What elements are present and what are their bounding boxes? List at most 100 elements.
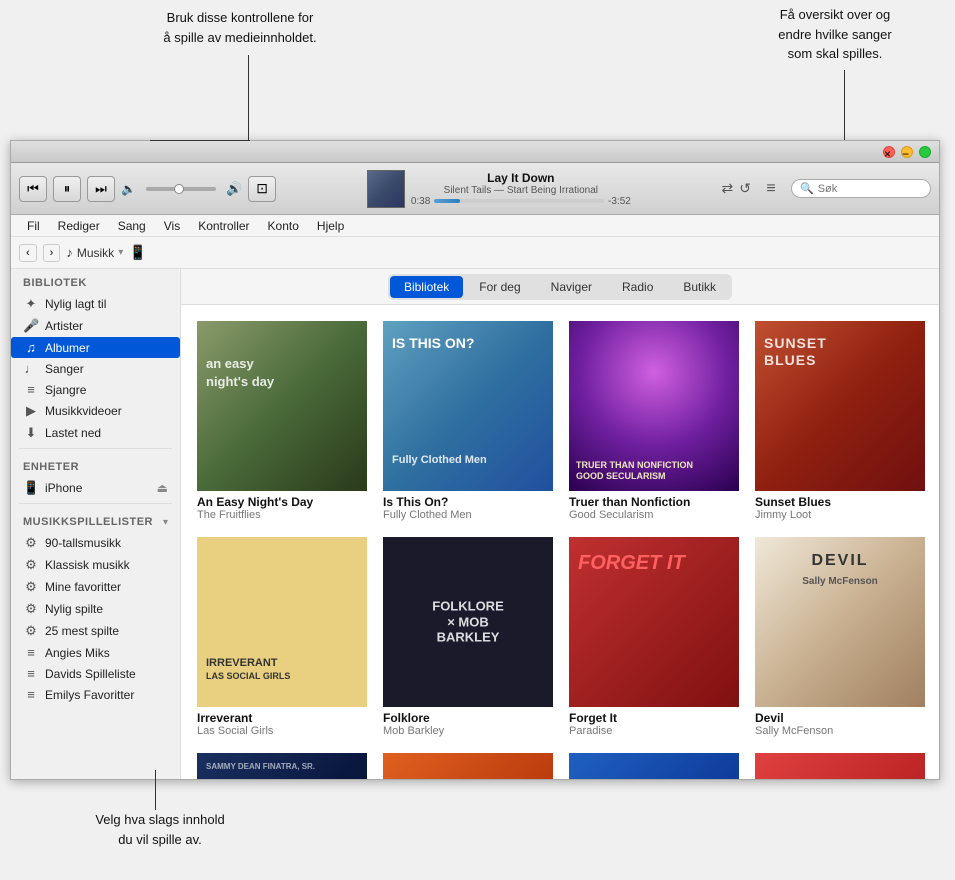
minimize-button[interactable]: − [901, 146, 913, 158]
album-cover-12 [755, 753, 925, 779]
musikkvideoer-icon: ▶ [23, 403, 39, 419]
menu-hjelp[interactable]: Hjelp [309, 217, 352, 235]
album-item-11[interactable] [569, 753, 739, 779]
sidebar-divider-1 [19, 448, 172, 449]
sidebar-item-musikkvideoer[interactable]: ▶ Musikkvideoer [11, 400, 180, 422]
sidebar: Bibliotek ✦ Nylig lagt til 🎤 Artister ♫ … [11, 269, 181, 779]
menu-konto[interactable]: Konto [260, 217, 307, 235]
tab-bibliotek[interactable]: Bibliotek [390, 276, 463, 298]
album-item-7[interactable]: FORGET IT Forget It Paradise [569, 537, 739, 737]
menu-kontroller[interactable]: Kontroller [190, 217, 257, 235]
sidebar-item-25-mest-spilte[interactable]: ⚙ 25 mest spilte [11, 620, 180, 642]
sidebar-item-sjangre[interactable]: ≡ Sjangre [11, 379, 180, 400]
album-item-2[interactable]: IS THIS ON? Fully Clothed Men Is This On… [383, 321, 553, 521]
iphone-icon: 📱 [23, 480, 39, 496]
album-artist-2: Fully Clothed Men [383, 509, 553, 521]
artister-icon: 🎤 [23, 318, 39, 334]
sidebar-item-angies-miks[interactable]: ≡ Angies Miks [11, 642, 180, 663]
album-item-9[interactable]: HOLIDAYSTANDARDS SAMMY DEAN FINATRA, SR.… [197, 753, 367, 779]
sidebar-item-sanger[interactable]: ♩ Sanger [11, 358, 180, 379]
search-icon: 🔍 [800, 182, 814, 195]
play-pause-button[interactable]: ⏸ [53, 176, 81, 202]
angies-miks-icon: ≡ [23, 645, 39, 660]
tab-radio[interactable]: Radio [608, 276, 667, 298]
volume-high-icon: 🔊 [226, 181, 242, 197]
album-item-10[interactable]: FELT LIKEYESTERDAYscallwed slate Felt Li… [383, 753, 553, 779]
source-label: Musikk [77, 246, 114, 260]
album-item-3[interactable]: TRUER THAN NONFICTIONGOOD SECULARISM Tru… [569, 321, 739, 521]
search-box: 🔍 [791, 179, 931, 198]
album-cover-9: HOLIDAYSTANDARDS SAMMY DEAN FINATRA, SR. [197, 753, 367, 779]
eject-button[interactable]: ⏏ [157, 481, 168, 495]
callout-controls: Bruk disse kontrollene forå spille av me… [130, 8, 350, 47]
sidebar-item-mine-favoritter[interactable]: ⚙ Mine favoritter [11, 576, 180, 598]
content-area: Bibliotek ✦ Nylig lagt til 🎤 Artister ♫ … [11, 269, 939, 779]
sidebar-item-davids-spilleliste[interactable]: ≡ Davids Spilleliste [11, 663, 180, 684]
album-cover-2: IS THIS ON? Fully Clothed Men [383, 321, 553, 491]
playlists-section-header[interactable]: Musikkspillelister ▾ [11, 508, 180, 532]
sidebar-label-mine-favoritter: Mine favoritter [45, 580, 121, 594]
menu-sang[interactable]: Sang [110, 217, 154, 235]
menu-vis[interactable]: Vis [156, 217, 188, 235]
volume-slider[interactable] [146, 187, 216, 191]
progress-bar[interactable] [434, 199, 604, 203]
album-item-8[interactable]: DEVIL Sally McFenson Devil Sally McFenso… [755, 537, 925, 737]
next-button[interactable]: ⏭ [87, 176, 115, 202]
sidebar-item-lastet-ned[interactable]: ⬇ Lastet ned [11, 422, 180, 444]
sidebar-label-musikkvideoer: Musikkvideoer [45, 404, 122, 418]
sidebar-item-nylig-spilte[interactable]: ⚙ Nylig spilte [11, 598, 180, 620]
album-name-7: Forget It [569, 711, 739, 725]
sidebar-item-albumer[interactable]: ♫ Albumer [11, 337, 180, 358]
album-item-1[interactable]: an easynight's day An Easy Night's Day T… [197, 321, 367, 521]
album-cover-5: IRREVERANTLAS SOCIAL GIRLS [197, 537, 367, 707]
sidebar-label-nylig-lagt-til: Nylig lagt til [45, 297, 106, 311]
callout-line-2 [844, 70, 845, 140]
prev-button[interactable]: ⏮ [19, 176, 47, 202]
menu-rediger[interactable]: Rediger [50, 217, 108, 235]
sidebar-item-emilys-favoritter[interactable]: ≡ Emilys Favoritter [11, 684, 180, 705]
sidebar-item-klassisk-musikk[interactable]: ⚙ Klassisk musikk [11, 554, 180, 576]
sidebar-label-sanger: Sanger [45, 362, 84, 376]
sidebar-label-lastet-ned: Lastet ned [45, 426, 101, 440]
callout-line-1 [248, 55, 249, 140]
shuffle-button[interactable]: ⇄ [722, 180, 734, 197]
devices-section-title: Enheter [11, 453, 180, 477]
album-item-6[interactable]: FOLKLORE× MOBBARKLEY Folklore Mob Barkle… [383, 537, 553, 737]
source-selector[interactable]: ♪ Musikk ▾ [66, 245, 123, 260]
sidebar-item-90-tallsmusikk[interactable]: ⚙ 90-tallsmusikk [11, 532, 180, 554]
menu-bar: Fil Rediger Sang Vis Kontroller Konto Hj… [11, 215, 939, 237]
sidebar-label-sjangre: Sjangre [45, 383, 86, 397]
close-button[interactable]: × [883, 146, 895, 158]
forward-button[interactable]: › [43, 244, 61, 262]
np-center: Lay It Down Silent Tails — Start Being I… [367, 170, 631, 208]
search-input[interactable] [818, 183, 918, 195]
album-cover-10: FELT LIKEYESTERDAYscallwed slate [383, 753, 553, 779]
album-cover-11 [569, 753, 739, 779]
sidebar-item-artister[interactable]: 🎤 Artister [11, 315, 180, 337]
back-button[interactable]: ‹ [19, 244, 37, 262]
menu-fil[interactable]: Fil [19, 217, 48, 235]
sidebar-label-iphone: iPhone [45, 481, 82, 495]
album-grid: an easynight's day An Easy Night's Day T… [181, 305, 939, 779]
album-artist-7: Paradise [569, 725, 739, 737]
tab-naviger[interactable]: Naviger [537, 276, 606, 298]
davids-spilleliste-icon: ≡ [23, 666, 39, 681]
album-item-12[interactable] [755, 753, 925, 779]
airplay-button[interactable]: ⊡ [248, 176, 276, 202]
tab-for-deg[interactable]: For deg [465, 276, 534, 298]
tab-butikk[interactable]: Butikk [669, 276, 730, 298]
repeat-button[interactable]: ↺ [739, 180, 751, 197]
queue-button[interactable]: ≡ [757, 176, 785, 202]
album-item-4[interactable]: SUNSETBLUES Sunset Blues Jimmy Loot [755, 321, 925, 521]
album-item-5[interactable]: IRREVERANTLAS SOCIAL GIRLS Irreverant La… [197, 537, 367, 737]
sidebar-item-iphone[interactable]: 📱 iPhone ⏏ [11, 477, 180, 499]
sidebar-label-angies-miks: Angies Miks [45, 646, 110, 660]
album-cover-7: FORGET IT [569, 537, 739, 707]
progress-area: 0:38 -3:52 [411, 196, 631, 207]
tab-group: Bibliotek For deg Naviger Radio Butikk [388, 274, 732, 300]
album-artist-6: Mob Barkley [383, 725, 553, 737]
sidebar-label-emilys-favoritter: Emilys Favoritter [45, 688, 134, 702]
sidebar-label-90-tallsmusikk: 90-tallsmusikk [45, 536, 121, 550]
maximize-button[interactable] [919, 146, 931, 158]
sidebar-item-nylig-lagt-til[interactable]: ✦ Nylig lagt til [11, 293, 180, 315]
